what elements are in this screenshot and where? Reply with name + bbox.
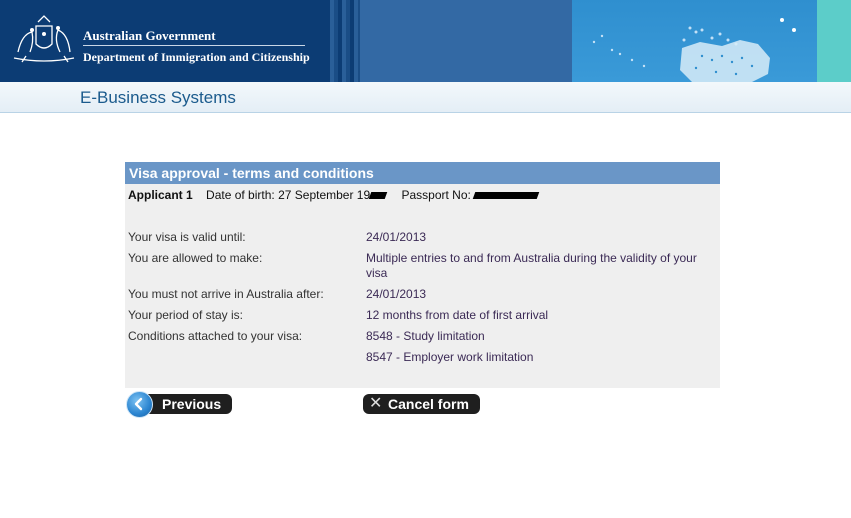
coat-of-arms-icon bbox=[8, 12, 80, 66]
row-value: 8548 - Study limitation bbox=[366, 329, 485, 343]
previous-button-label: Previous bbox=[162, 396, 222, 412]
dob-label: Date of birth: bbox=[206, 188, 275, 202]
row-label: Your period of stay is: bbox=[128, 308, 243, 322]
government-title: Australian Government bbox=[83, 28, 216, 43]
applicant-details: Applicant 1 Date of birth: 27 September … bbox=[128, 188, 540, 202]
close-icon: ✕ bbox=[369, 395, 383, 412]
subheader-bar: E-Business Systems bbox=[0, 82, 851, 113]
row-value: Multiple entries to and from Australia d… bbox=[366, 251, 697, 280]
banner-stripes bbox=[326, 0, 360, 82]
banner-teal-block bbox=[817, 0, 851, 82]
row-label: You must not arrive in Australia after: bbox=[128, 287, 324, 301]
department-title: Department of Immigration and Citizenshi… bbox=[83, 50, 310, 64]
visa-terms-panel: Visa approval - terms and conditions App… bbox=[125, 162, 720, 388]
system-title: E-Business Systems bbox=[80, 88, 236, 107]
row-value: 24/01/2013 bbox=[366, 230, 427, 244]
row-value: 8547 - Employer work limitation bbox=[366, 350, 534, 364]
row-label: You are allowed to make: bbox=[128, 251, 263, 265]
header-divider bbox=[83, 45, 305, 46]
previous-button[interactable]: Previous bbox=[126, 391, 232, 418]
panel-title: Visa approval - terms and conditions bbox=[125, 162, 720, 184]
header-banner: Australian Government Department of Immi… bbox=[0, 0, 851, 82]
redaction-mark bbox=[472, 192, 540, 200]
row-value: 12 months from date of first arrival bbox=[366, 308, 549, 322]
row-label: Conditions attached to your visa: bbox=[128, 329, 303, 343]
passport-label: Passport No: bbox=[401, 188, 471, 202]
cancel-button-label: Cancel form bbox=[388, 396, 469, 412]
redaction-mark bbox=[368, 192, 388, 200]
australia-map-graphic bbox=[572, 0, 817, 82]
row-value: 24/01/2013 bbox=[366, 287, 427, 301]
applicant-label: Applicant 1 bbox=[128, 188, 193, 202]
dob-value: 27 September 19 bbox=[278, 188, 371, 202]
row-label: Your visa is valid until: bbox=[128, 230, 246, 244]
banner-panel bbox=[360, 0, 572, 82]
back-arrow-icon bbox=[126, 391, 153, 418]
cancel-form-button[interactable]: ✕ Cancel form bbox=[363, 394, 480, 414]
